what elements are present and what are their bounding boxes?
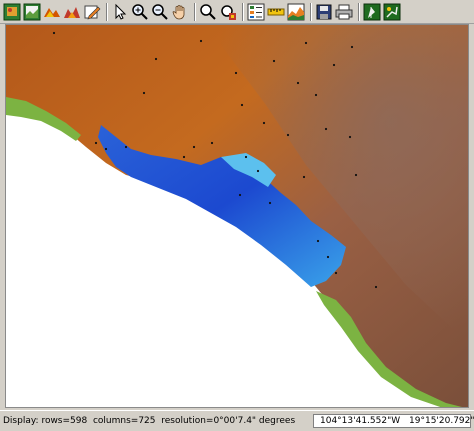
edit-icon[interactable] (83, 3, 101, 21)
toolbar-separator (194, 2, 196, 21)
longitude-readout: 104°13'41.552"W (320, 416, 401, 426)
display-label: Display: (3, 416, 39, 426)
zoom-extent-icon[interactable] (199, 3, 217, 21)
zoom-out-icon[interactable] (151, 3, 169, 21)
layers-icon[interactable] (43, 3, 61, 21)
open-image-icon[interactable] (3, 3, 21, 21)
status-bar: Display: rows=598 columns=725 resolution… (0, 410, 474, 431)
pan-hand-icon[interactable] (171, 3, 189, 21)
profile-icon[interactable] (287, 3, 305, 21)
legend-icon[interactable] (247, 3, 265, 21)
rows-info: rows=598 (41, 416, 88, 426)
map-canvas[interactable] (5, 24, 469, 408)
save-icon[interactable] (315, 3, 333, 21)
toolbar-separator (358, 2, 360, 21)
coordinate-readout: 104°13'41.552"W 19°15'20.792"N (313, 414, 474, 428)
view-image-icon[interactable] (23, 3, 41, 21)
toolbar-separator (106, 2, 108, 21)
resolution-info: resolution=0°00'7.4" degrees (161, 416, 296, 426)
columns-info: columns=725 (92, 416, 156, 426)
toolbar-separator (242, 2, 244, 21)
latitude-readout: 19°15'20.792"N (409, 416, 474, 426)
print-icon[interactable] (335, 3, 353, 21)
pointer-icon[interactable] (111, 3, 129, 21)
3d-view-icon[interactable] (63, 3, 81, 21)
zoom-in-icon[interactable] (131, 3, 149, 21)
measure-ruler-icon[interactable] (267, 3, 285, 21)
export-map-icon[interactable] (363, 3, 381, 21)
export-image-icon[interactable] (383, 3, 401, 21)
display-info: Display: rows=598 columns=725 resolution… (3, 416, 295, 426)
toolbar (0, 0, 474, 24)
toolbar-separator (310, 2, 312, 21)
query-icon[interactable] (219, 3, 237, 21)
elevation-map (6, 25, 468, 407)
